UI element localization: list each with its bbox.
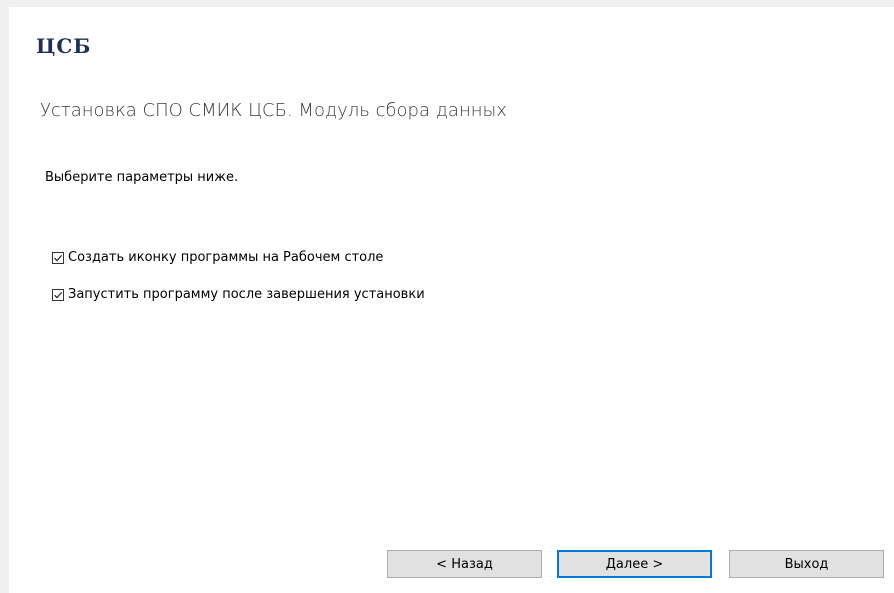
checkmark-icon [54, 291, 63, 298]
launch-after-install-label: Запустить программу после завершения уст… [68, 287, 425, 302]
exit-button[interactable]: Выход [729, 550, 884, 578]
option-desktop-shortcut[interactable]: Создать иконку программы на Рабочем стол… [52, 250, 383, 265]
company-logo: ЦСБ [36, 34, 92, 58]
checkmark-icon [54, 254, 63, 261]
option-launch-after-install[interactable]: Запустить программу после завершения уст… [52, 287, 425, 302]
desktop-shortcut-label: Создать иконку программы на Рабочем стол… [68, 250, 384, 265]
installer-window: ЦСБ Установка СПО СМИК ЦСБ. Модуль сбора… [9, 7, 894, 593]
launch-after-install-checkbox[interactable] [52, 288, 64, 301]
page-title: Установка СПО СМИК ЦСБ. Модуль сбора дан… [40, 100, 507, 121]
next-button[interactable]: Далее > [557, 550, 712, 578]
instruction-text: Выберите параметры ниже. [45, 170, 239, 185]
back-button[interactable]: < Назад [387, 550, 542, 578]
desktop-shortcut-checkbox[interactable] [52, 251, 64, 264]
